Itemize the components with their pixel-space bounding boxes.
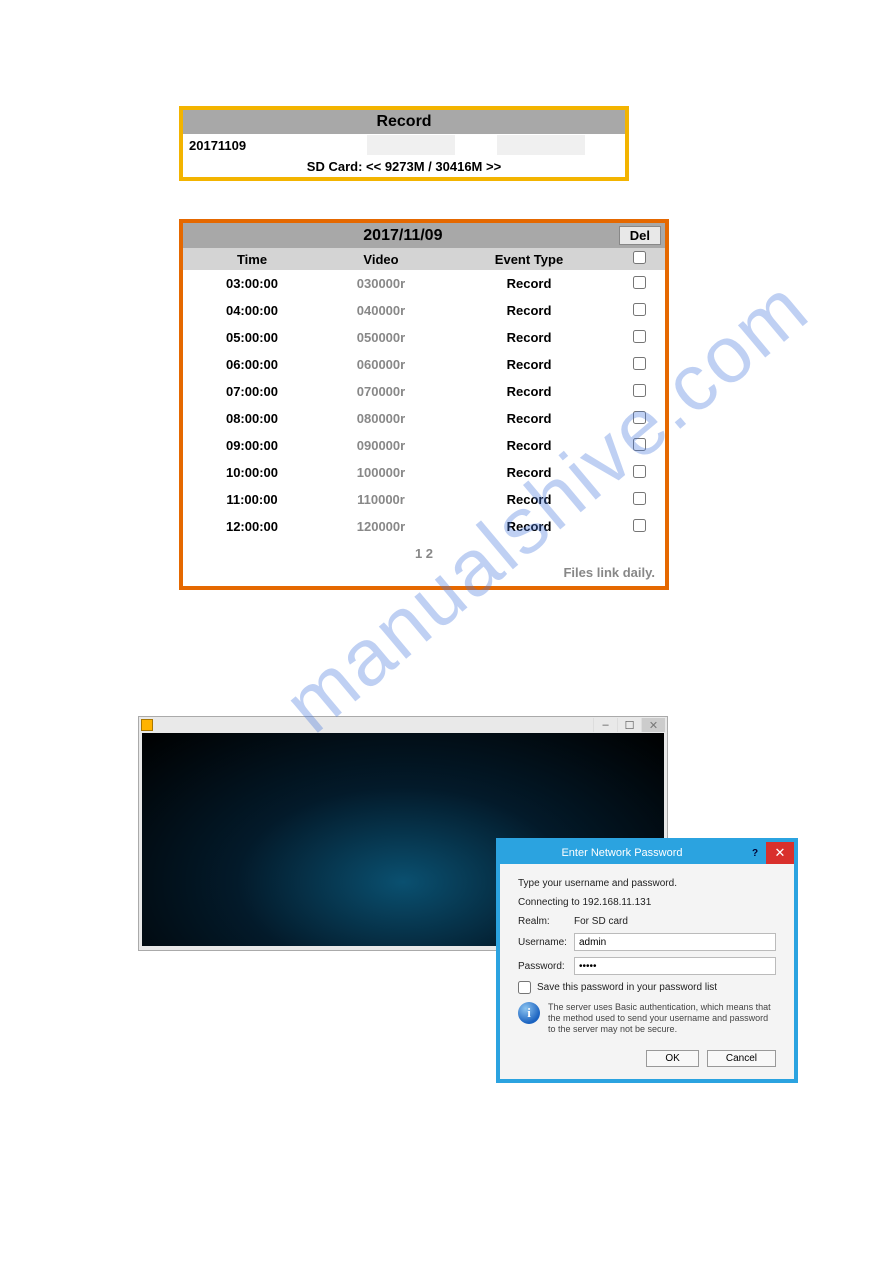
row-checkbox[interactable] bbox=[633, 384, 646, 397]
files-link-note: Files link daily. bbox=[183, 565, 665, 586]
save-password-label: Save this password in your password list bbox=[537, 982, 717, 993]
row-checkbox[interactable] bbox=[633, 303, 646, 316]
row-checkbox[interactable] bbox=[633, 438, 646, 451]
table-row: 12:00:00120000rRecord bbox=[183, 513, 665, 540]
cell-event: Record bbox=[441, 303, 617, 318]
password-label: Password: bbox=[518, 961, 574, 972]
table-row: 11:00:00110000rRecord bbox=[183, 486, 665, 513]
cell-video[interactable]: 040000r bbox=[321, 303, 441, 318]
delete-button[interactable]: Del bbox=[619, 226, 661, 245]
cell-event: Record bbox=[441, 438, 617, 453]
cell-time: 08:00:00 bbox=[183, 411, 321, 426]
dialog-close-button[interactable]: ✕ bbox=[766, 842, 794, 864]
dialog-connecting: Connecting to 192.168.11.131 bbox=[518, 897, 776, 908]
dialog-prompt: Type your username and password. bbox=[518, 878, 776, 889]
row-checkbox[interactable] bbox=[633, 411, 646, 424]
cell-video[interactable]: 030000r bbox=[321, 276, 441, 291]
ok-button[interactable]: OK bbox=[646, 1050, 698, 1067]
cell-time: 05:00:00 bbox=[183, 330, 321, 345]
cell-video[interactable]: 050000r bbox=[321, 330, 441, 345]
cell-video[interactable]: 090000r bbox=[321, 438, 441, 453]
cell-time: 11:00:00 bbox=[183, 492, 321, 507]
cell-event: Record bbox=[441, 384, 617, 399]
row-checkbox[interactable] bbox=[633, 519, 646, 532]
cell-video[interactable]: 070000r bbox=[321, 384, 441, 399]
security-warning-text: The server uses Basic authentication, wh… bbox=[548, 1002, 776, 1034]
table-row: 06:00:00060000rRecord bbox=[183, 351, 665, 378]
cell-video[interactable]: 110000r bbox=[321, 492, 441, 507]
cell-time: 12:00:00 bbox=[183, 519, 321, 534]
cell-video[interactable]: 120000r bbox=[321, 519, 441, 534]
record-blank-2[interactable] bbox=[497, 135, 585, 155]
table-row: 07:00:00070000rRecord bbox=[183, 378, 665, 405]
cell-event: Record bbox=[441, 519, 617, 534]
row-checkbox[interactable] bbox=[633, 276, 646, 289]
table-row: 04:00:00040000rRecord bbox=[183, 297, 665, 324]
cell-event: Record bbox=[441, 492, 617, 507]
table-row: 08:00:00080000rRecord bbox=[183, 405, 665, 432]
cell-time: 07:00:00 bbox=[183, 384, 321, 399]
record-blank-1[interactable] bbox=[367, 135, 455, 155]
cell-event: Record bbox=[441, 465, 617, 480]
col-header-event: Event Type bbox=[441, 252, 617, 267]
record-title: Record bbox=[183, 110, 625, 134]
username-label: Username: bbox=[518, 937, 574, 948]
cell-video[interactable]: 080000r bbox=[321, 411, 441, 426]
row-checkbox[interactable] bbox=[633, 357, 646, 370]
cell-event: Record bbox=[441, 357, 617, 372]
col-header-video: Video bbox=[321, 252, 441, 267]
info-icon: i bbox=[518, 1002, 540, 1024]
cell-event: Record bbox=[441, 276, 617, 291]
record-panel: Record 20171109 SD Card: << 9273M / 3041… bbox=[179, 106, 629, 181]
cell-time: 10:00:00 bbox=[183, 465, 321, 480]
player-app-icon bbox=[141, 719, 153, 731]
player-close-button[interactable]: ✕ bbox=[641, 718, 665, 732]
row-checkbox[interactable] bbox=[633, 465, 646, 478]
maximize-button[interactable]: ☐ bbox=[617, 718, 641, 732]
cancel-button[interactable]: Cancel bbox=[707, 1050, 776, 1067]
cell-time: 03:00:00 bbox=[183, 276, 321, 291]
record-date[interactable]: 20171109 bbox=[183, 138, 271, 153]
col-header-time: Time bbox=[183, 252, 321, 267]
table-row: 10:00:00100000rRecord bbox=[183, 459, 665, 486]
cell-time: 09:00:00 bbox=[183, 438, 321, 453]
minimize-button[interactable]: – bbox=[593, 718, 617, 732]
password-dialog: Enter Network Password ? ✕ Type your use… bbox=[496, 838, 798, 1083]
recordings-table-panel: 2017/11/09 Del Time Video Event Type 03:… bbox=[179, 219, 669, 590]
realm-label: Realm: bbox=[518, 916, 574, 927]
sd-card-status: SD Card: << 9273M / 30416M >> bbox=[183, 156, 625, 177]
select-all-checkbox[interactable] bbox=[633, 251, 646, 264]
password-input[interactable] bbox=[574, 957, 776, 975]
table-row: 09:00:00090000rRecord bbox=[183, 432, 665, 459]
help-icon[interactable]: ? bbox=[744, 848, 766, 859]
pagination[interactable]: 1 2 bbox=[183, 540, 665, 565]
dialog-title: Enter Network Password bbox=[500, 847, 744, 859]
cell-event: Record bbox=[441, 330, 617, 345]
cell-time: 06:00:00 bbox=[183, 357, 321, 372]
save-password-checkbox[interactable] bbox=[518, 981, 531, 994]
cell-event: Record bbox=[441, 411, 617, 426]
cell-video[interactable]: 060000r bbox=[321, 357, 441, 372]
table-row: 05:00:00050000rRecord bbox=[183, 324, 665, 351]
username-input[interactable] bbox=[574, 933, 776, 951]
row-checkbox[interactable] bbox=[633, 330, 646, 343]
table-date-title: 2017/11/09 bbox=[187, 227, 619, 245]
cell-video[interactable]: 100000r bbox=[321, 465, 441, 480]
table-row: 03:00:00030000rRecord bbox=[183, 270, 665, 297]
row-checkbox[interactable] bbox=[633, 492, 646, 505]
cell-time: 04:00:00 bbox=[183, 303, 321, 318]
realm-value: For SD card bbox=[574, 916, 628, 927]
